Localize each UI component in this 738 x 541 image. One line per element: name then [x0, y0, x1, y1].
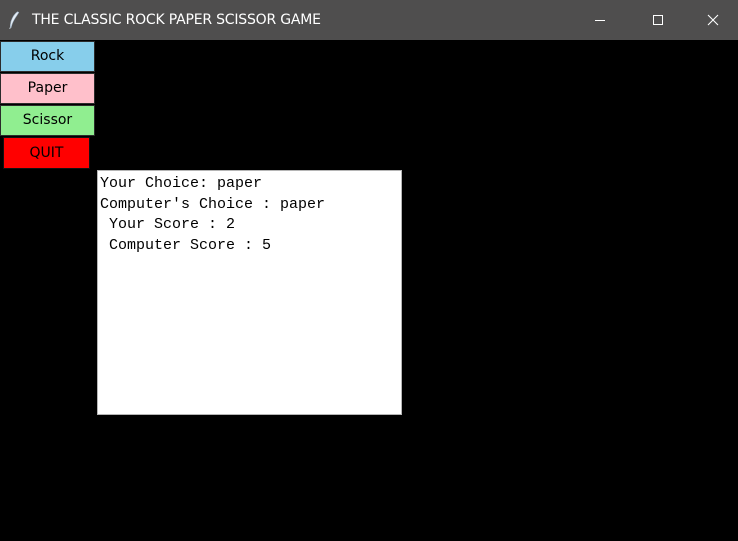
paper-button[interactable]: Paper [0, 73, 95, 104]
minimize-icon [595, 20, 605, 21]
computer-choice-text: Computer's Choice : paper [100, 195, 326, 213]
game-area: Rock Paper Scissor QUIT Your Choice: pap… [0, 40, 738, 541]
feather-icon [9, 11, 20, 29]
quit-button[interactable]: QUIT [3, 137, 90, 169]
scissor-button[interactable]: Scissor [0, 105, 95, 136]
computer-score-text: Computer Score : 5 [100, 236, 272, 254]
title-bar[interactable]: THE CLASSIC ROCK PAPER SCISSOR GAME [0, 0, 738, 40]
window-title: THE CLASSIC ROCK PAPER SCISSOR GAME [32, 12, 321, 28]
maximize-button[interactable] [629, 0, 687, 40]
your-score-text: Your Score : 2 [100, 216, 236, 233]
minimize-button[interactable] [571, 0, 629, 40]
maximize-icon [653, 15, 663, 25]
close-icon [707, 14, 719, 26]
result-text-area[interactable]: Your Choice: paper Computer's Choice : p… [97, 170, 402, 415]
your-choice-text: Your Choice: paper [100, 175, 263, 192]
rock-button[interactable]: Rock [0, 41, 95, 72]
close-button[interactable] [688, 0, 738, 40]
app-window: THE CLASSIC ROCK PAPER SCISSOR GAME Rock… [0, 0, 738, 541]
